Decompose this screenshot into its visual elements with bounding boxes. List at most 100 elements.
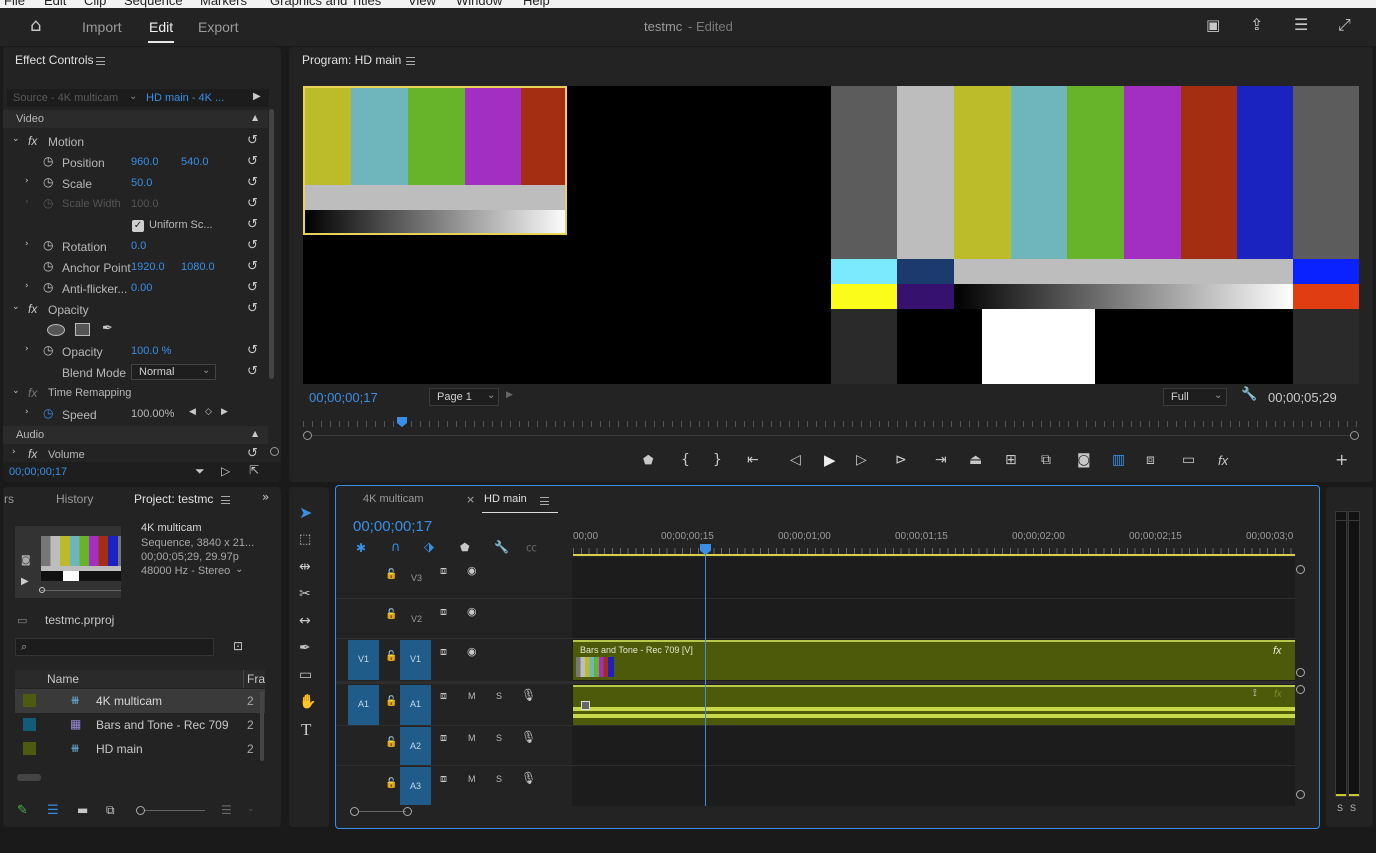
chevron-down-icon[interactable]: ⌄ [247, 805, 255, 814]
menu-edit[interactable]: Edit [44, 0, 66, 8]
microphone-icon[interactable]: 🎙 [521, 689, 536, 701]
slip-tool-icon[interactable]: ↔ [299, 614, 311, 628]
eye-icon[interactable]: ◉ [467, 646, 477, 657]
list-hscroll[interactable] [17, 774, 41, 781]
label-swatch[interactable] [23, 742, 36, 755]
search-input[interactable]: ⌕ [15, 638, 214, 656]
reset-icon[interactable]: ↺ [247, 343, 258, 358]
go-to-in-icon[interactable]: ⇤ [747, 452, 759, 468]
home-icon[interactable]: ⌂ [30, 17, 41, 35]
step-back-icon[interactable]: ◁ [790, 452, 801, 468]
label-swatch[interactable] [23, 718, 36, 731]
export-frame-icon[interactable]: ◙ [1077, 452, 1091, 468]
stopwatch-icon[interactable]: ◷ [43, 281, 53, 293]
menu-window[interactable]: Window [456, 0, 502, 8]
icon-view-icon[interactable]: ▬ [77, 804, 88, 816]
step-forward-icon[interactable]: ▷ [856, 452, 867, 468]
fullscreen-icon[interactable]: ⤢ [1338, 17, 1351, 33]
chevron-down-icon[interactable]: ⌄ [235, 565, 243, 575]
thumb-scrub[interactable] [41, 590, 121, 591]
sync-lock-icon[interactable]: ⧈ [440, 690, 447, 701]
program-title[interactable]: Program: HD main [302, 53, 401, 67]
solo-left-button[interactable]: S [1337, 803, 1343, 813]
opacity-value[interactable]: 100.0 % [131, 345, 171, 357]
tab-markers[interactable]: rs [4, 492, 14, 506]
lock-icon[interactable]: 🔓 [385, 652, 397, 662]
sync-lock-icon[interactable]: ⧈ [440, 646, 447, 657]
vscroll-handle[interactable] [1296, 790, 1305, 799]
rotation-value[interactable]: 0.0 [131, 240, 146, 252]
fx-badge[interactable]: fx [1273, 645, 1282, 657]
hscroll-bar[interactable] [358, 811, 406, 812]
reset-icon[interactable]: ↺ [247, 301, 258, 316]
target-a3-toggle[interactable]: A3 [400, 767, 431, 805]
fx-icon[interactable]: fx [28, 134, 37, 148]
label-swatch[interactable] [23, 694, 36, 707]
blend-mode-select[interactable]: Normal ⌄ [131, 364, 216, 380]
clip-thumbnail[interactable]: ◙ ▶ [15, 526, 121, 598]
ec-timecode[interactable]: 00;00;00;17 [9, 466, 67, 478]
pen-tool-icon[interactable]: ✒ [299, 641, 311, 655]
sync-lock-icon[interactable]: ⧈ [440, 565, 447, 576]
reset-icon[interactable]: ↺ [247, 217, 258, 232]
ripple-edit-tool-icon[interactable]: ⇹ [299, 560, 311, 574]
multi-camera-icon[interactable]: ⧉ [1041, 452, 1051, 468]
reset-icon[interactable]: ↺ [247, 196, 258, 211]
tab-import[interactable]: Import [82, 19, 122, 35]
menu-sequence[interactable]: Sequence [124, 0, 183, 8]
stopwatch-icon[interactable]: ◷ [43, 260, 53, 272]
new-bin-icon[interactable]: ⊡ [233, 640, 243, 652]
page-select[interactable]: Page 1 ⌄ [429, 388, 499, 406]
prev-keyframe-icon[interactable]: ◀ [189, 408, 196, 417]
solo-button[interactable]: S [496, 774, 502, 784]
quick-export-icon[interactable]: ▣ [1206, 18, 1220, 33]
mute-button[interactable]: M [468, 691, 476, 701]
thumb-scrub-handle[interactable] [39, 587, 45, 593]
menu-file[interactable]: File [4, 0, 25, 8]
eye-icon[interactable]: ◉ [467, 565, 477, 576]
menu-clip[interactable]: Clip [84, 0, 106, 8]
chevron-down-icon[interactable]: ⌄ [12, 135, 20, 144]
video-clip[interactable]: Bars and Tone - Rec 709 [V] fx [573, 640, 1295, 680]
mark-in-icon[interactable]: { [681, 452, 690, 468]
step-forward-frame-icon[interactable]: ⊳ [895, 452, 907, 468]
panel-menu-icon[interactable] [406, 57, 415, 65]
reset-icon[interactable]: ↺ [247, 238, 258, 253]
audio-effect-icon[interactable]: ⟟ [1253, 689, 1257, 699]
track-select-tool-icon[interactable]: ⬚ [299, 533, 311, 546]
chevron-down-icon[interactable]: ⌄ [12, 303, 20, 312]
fx-icon[interactable]: fx [28, 302, 37, 316]
play-audio-icon[interactable]: ▷ [221, 465, 230, 477]
ec-scrollbar[interactable] [269, 109, 274, 379]
play-thumbnail-icon[interactable]: ▶ [21, 577, 29, 587]
collapse-up-icon[interactable]: ▲ [252, 114, 258, 122]
add-keyframe-icon[interactable]: ◇ [205, 408, 212, 417]
fx-icon[interactable]: fx [28, 447, 37, 460]
sort-icon[interactable]: ☰ [221, 804, 232, 816]
rectangle-mask-icon[interactable] [75, 323, 90, 336]
target-sequence[interactable]: HD main - 4K ... [146, 92, 224, 104]
solo-button[interactable]: S [496, 691, 502, 701]
chevron-down-icon[interactable]: ⌄ [12, 387, 20, 396]
hscroll-handle-left[interactable] [350, 807, 359, 816]
workspaces-icon[interactable]: ☰ [1294, 17, 1308, 33]
target-a2-toggle[interactable]: A2 [400, 727, 431, 765]
hand-tool-icon[interactable]: ✋ [299, 695, 316, 709]
lock-icon[interactable]: 🔓 [385, 610, 397, 620]
lock-icon[interactable]: 🔓 [385, 779, 397, 789]
tab-4k-multicam[interactable]: 4K multicam [363, 493, 424, 505]
filter-icon[interactable]: ⏷ [195, 465, 205, 477]
solo-button[interactable]: S [496, 733, 502, 743]
audio-clip[interactable]: ⟟ fx [573, 685, 1295, 725]
tab-hd-main[interactable]: HD main [484, 493, 527, 505]
uniform-scale-checkbox[interactable]: ✓ [132, 220, 144, 232]
source-a1-toggle[interactable]: A1 [348, 685, 379, 725]
chevron-right-icon[interactable]: › [12, 448, 16, 457]
list-item[interactable]: ⧻ 4K multicam 2 [15, 689, 265, 713]
play-only-icon[interactable]: ▶ [506, 391, 513, 400]
stopwatch-icon[interactable]: ◷ [43, 344, 53, 356]
pen-mask-icon[interactable]: ✒ [102, 322, 113, 335]
program-ruler[interactable] [303, 421, 1359, 427]
mute-button[interactable]: M [468, 774, 476, 784]
tab-project[interactable]: Project: testmc [134, 492, 213, 506]
